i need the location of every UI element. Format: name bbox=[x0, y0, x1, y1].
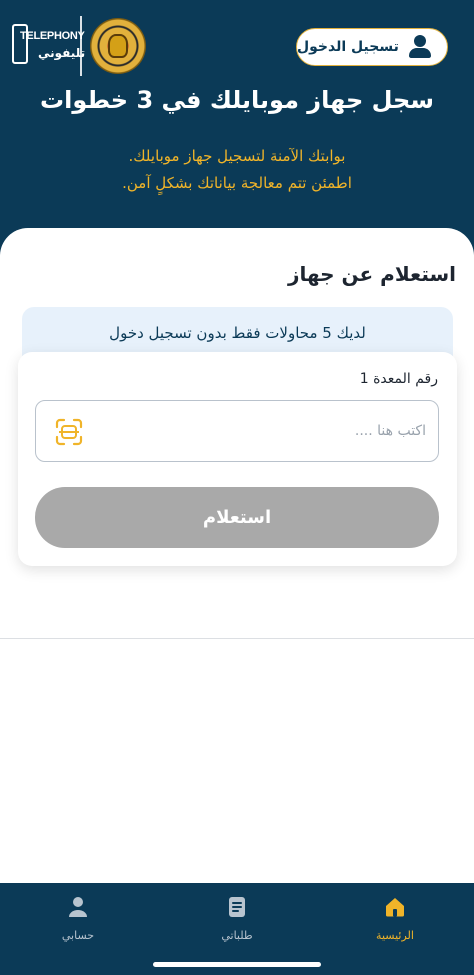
page-headline: سجل جهاز موبايلك في 3 خطوات bbox=[40, 86, 434, 114]
nav-label-requests: طلباتي bbox=[221, 929, 253, 942]
nav-item-requests[interactable]: طلباتي bbox=[187, 891, 287, 942]
scan-icon[interactable] bbox=[55, 418, 83, 446]
nav-label-account: حسابي bbox=[61, 929, 95, 942]
eagle-emblem-icon bbox=[108, 34, 128, 58]
content-divider bbox=[0, 638, 474, 639]
nav-item-account[interactable]: حسابي bbox=[28, 891, 128, 942]
nav-item-home[interactable]: الرئيسية bbox=[345, 891, 445, 942]
login-button-label: تسجيل الدخول bbox=[297, 39, 399, 55]
inquiry-submit-button[interactable]: استعلام bbox=[35, 487, 439, 548]
logo-text-ar: تليفوني bbox=[38, 46, 86, 60]
customs-seal-logo bbox=[90, 18, 146, 74]
telephony-logo: TELEPHONY تليفوني bbox=[12, 22, 85, 70]
subtitle-line-1: بوابتك الآمنة لتسجيل جهاز موبايلك. bbox=[128, 147, 346, 165]
login-button[interactable]: تسجيل الدخول bbox=[296, 28, 448, 66]
subtitle-line-2: اطمئن تتم معالجة بياناتك بشكلٍ آمن. bbox=[122, 174, 352, 192]
home-indicator bbox=[153, 962, 321, 967]
device-number-field[interactable] bbox=[35, 400, 439, 462]
device-number-label: رقم المعدة 1 bbox=[359, 371, 438, 387]
section-title: استعلام عن جهاز bbox=[287, 262, 456, 286]
home-icon bbox=[386, 898, 404, 917]
device-number-input[interactable] bbox=[106, 411, 426, 451]
nav-label-home: الرئيسية bbox=[376, 929, 414, 942]
logo-divider bbox=[80, 16, 82, 76]
logo-text-en: TELEPHONY bbox=[20, 30, 85, 42]
document-icon bbox=[229, 897, 245, 917]
user-icon bbox=[408, 35, 431, 59]
user-icon bbox=[69, 897, 87, 917]
